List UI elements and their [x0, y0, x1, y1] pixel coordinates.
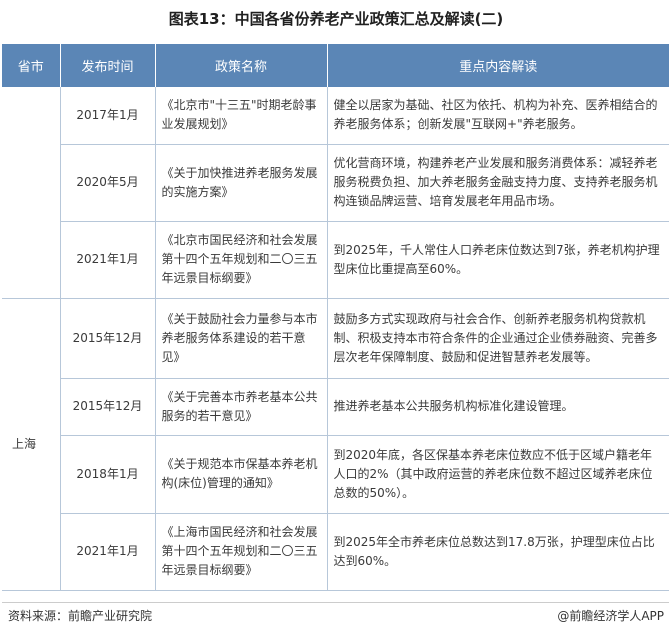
- date-cell: 2015年12月: [60, 298, 156, 379]
- table-row: 2018年1月 《关于规范本市保基本养老机构(床位)管理的通知》 到2020年底…: [2, 435, 669, 514]
- date-cell: 2021年1月: [60, 221, 156, 299]
- policy-cell: 《上海市国民经济和社会发展第十四个五年规划和二〇三五年远景目标纲要》: [155, 513, 328, 591]
- policy-cell: 《关于鼓励社会力量参与本市养老服务体系建设的若干意见》: [155, 298, 328, 379]
- content-cell: 到2025年全市养老床位总数达到17.8万张，护理型床位占比达到60%。: [327, 513, 669, 591]
- footer-divider: [2, 602, 669, 603]
- header-policy: 政策名称: [155, 44, 328, 87]
- table-row: 2015年12月 《关于完善本市养老基本公共服务的若干意见》 推进养老基本公共服…: [2, 378, 669, 436]
- brand-note: @前瞻经济学人APP: [557, 609, 664, 623]
- header-date: 发布时间: [60, 44, 156, 87]
- date-cell: 2021年1月: [60, 513, 156, 591]
- table-row: 2021年1月 《上海市国民经济和社会发展第十四个五年规划和二〇三五年远景目标纲…: [2, 513, 669, 591]
- table-row: 上海 2015年12月 《关于鼓励社会力量参与本市养老服务体系建设的若干意见》 …: [2, 298, 669, 591]
- header-province: 省市: [2, 44, 61, 87]
- policy-table: 省市 发布时间 政策名称 重点内容解读 2017年1月 《北京市"十三五"时期老…: [2, 44, 669, 591]
- header-row: 省市 发布时间 政策名称 重点内容解读: [2, 44, 669, 87]
- table-row: 2021年1月 《北京市国民经济和社会发展第十四个五年规划和二〇三五年远景目标纲…: [2, 221, 669, 299]
- content-cell: 到2025年，千人常住人口养老床位数达到7张，养老机构护理型床位比重提高至60%…: [327, 221, 669, 299]
- table-row: 2017年1月 《北京市"十三五"时期老龄事业发展规划》 健全以居家为基础、社区…: [2, 87, 669, 299]
- policy-cell: 《关于加快推进养老服务发展的实施方案》: [155, 144, 328, 222]
- date-cell: 2015年12月: [60, 378, 156, 436]
- header-content: 重点内容解读: [327, 44, 669, 87]
- table-row: 2020年5月 《关于加快推进养老服务发展的实施方案》 优化营商环境，构建养老产…: [2, 144, 669, 222]
- policy-cell: 《北京市"十三五"时期老龄事业发展规划》: [155, 87, 328, 145]
- policy-cell: 《关于规范本市保基本养老机构(床位)管理的通知》: [155, 435, 328, 514]
- source-note: 资料来源：前瞻产业研究院: [8, 609, 153, 623]
- policy-cell: 《北京市国民经济和社会发展第十四个五年规划和二〇三五年远景目标纲要》: [155, 221, 328, 299]
- date-cell: 2018年1月: [60, 435, 156, 514]
- province-cell: [2, 87, 61, 299]
- content-cell: 健全以居家为基础、社区为依托、机构为补充、医养相结合的养老服务体系；创新发展"互…: [327, 87, 669, 145]
- province-cell: 上海: [2, 298, 61, 591]
- content-cell: 优化营商环境，构建养老产业发展和服务消费体系：减轻养老服务税费负担、加大养老服务…: [327, 144, 669, 222]
- date-cell: 2020年5月: [60, 144, 156, 222]
- table-title: 图表13：中国各省份养老产业政策汇总及解读(二): [168, 10, 504, 28]
- content-cell: 到2020年底，各区保基本养老床位数应不低于区域户籍老年人口的2%（其中政府运营…: [327, 435, 669, 514]
- content-cell: 鼓励多方式实现政府与社会合作、创新养老服务机构贷款机制、积极支持本市符合条件的企…: [327, 298, 669, 379]
- date-cell: 2017年1月: [60, 87, 156, 145]
- content-cell: 推进养老基本公共服务机构标准化建设管理。: [327, 378, 669, 436]
- policy-cell: 《关于完善本市养老基本公共服务的若干意见》: [155, 378, 328, 436]
